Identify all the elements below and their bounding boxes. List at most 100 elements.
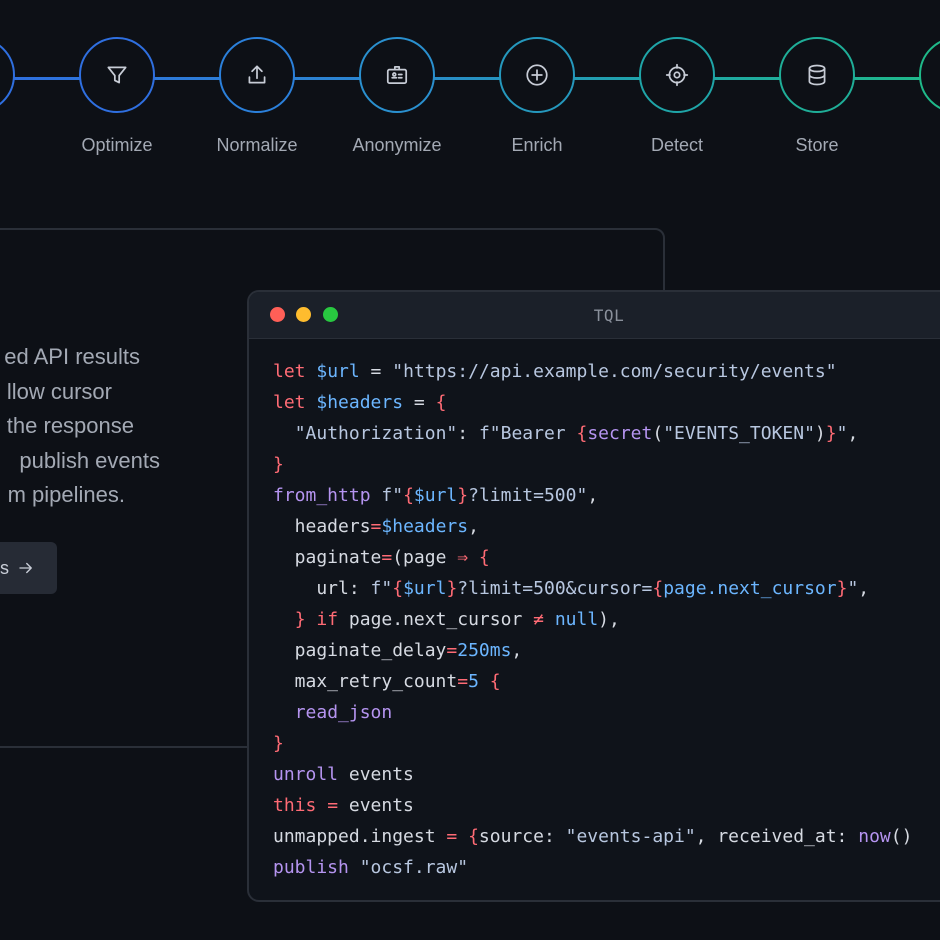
code-line: max_retry_count=5 { xyxy=(273,666,912,697)
code-token: , xyxy=(847,423,859,444)
code-token: (page xyxy=(392,547,458,568)
pipeline-step-circle xyxy=(499,37,575,113)
cta-button[interactable]: s xyxy=(0,542,57,594)
code-token: "https://api.example.com/security/events… xyxy=(392,361,837,382)
code-token: ≠ xyxy=(533,609,555,630)
close-window-button[interactable] xyxy=(270,307,285,322)
code-line: headers=$headers, xyxy=(273,511,912,542)
code-line: let $url = "https://api.example.com/secu… xyxy=(273,356,912,387)
code-token: = xyxy=(327,795,349,816)
code-token: ?limit=500&cursor= xyxy=(457,578,653,599)
code-window: TQL let $url = "https://api.example.com/… xyxy=(247,290,940,902)
code-token: } xyxy=(825,423,837,444)
pipeline-step-circle xyxy=(919,37,940,113)
code-token: } xyxy=(273,454,284,475)
code-line: } if page.next_cursor ≠ null), xyxy=(273,604,912,635)
code-token: publish xyxy=(273,857,360,878)
code-token: $url xyxy=(403,578,447,599)
code-token: $url xyxy=(413,485,458,506)
stage: eOptimizeNormalizeAnonymizeEnrichDetectS… xyxy=(0,0,940,940)
code-block: let $url = "https://api.example.com/secu… xyxy=(273,356,912,883)
code-token: url: xyxy=(273,578,371,599)
code-token: "events-api" xyxy=(565,826,696,847)
target-icon xyxy=(665,63,689,87)
code-line: } xyxy=(273,449,912,480)
code-token: let xyxy=(273,392,317,413)
code-token: page.next_cursor xyxy=(663,578,837,599)
code-line: this = events xyxy=(273,790,912,821)
code-token: headers xyxy=(273,516,371,537)
code-token: paginate xyxy=(273,547,382,568)
pipeline-step-circle xyxy=(639,37,715,113)
pipeline-step-circle xyxy=(0,37,15,113)
code-token: { xyxy=(576,423,588,444)
code-token: , received_at: xyxy=(695,826,859,847)
arrow-right-icon xyxy=(19,562,32,574)
code-token: f" xyxy=(370,578,393,599)
code-token: { xyxy=(652,578,664,599)
code-token: unroll xyxy=(273,764,349,785)
code-token: read_json xyxy=(294,702,393,723)
code-token: " xyxy=(836,423,848,444)
description-line: ed API results xyxy=(4,344,140,369)
code-token: ), xyxy=(598,609,620,630)
code-token: () xyxy=(890,826,913,847)
code-token: max_retry_count xyxy=(273,671,458,692)
code-token: { xyxy=(468,826,479,847)
code-token: events xyxy=(348,764,414,785)
description-line: the response xyxy=(6,413,134,439)
cta-label: s xyxy=(0,557,9,578)
code-token: { xyxy=(435,392,447,413)
code-line: "Authorization": f"Bearer {secret("EVENT… xyxy=(273,418,912,449)
pipeline-step-circle xyxy=(79,37,155,113)
code-token: = xyxy=(359,361,393,382)
window-titlebar: TQL xyxy=(249,292,940,339)
filter-icon xyxy=(107,66,127,84)
description-line: publish events xyxy=(19,447,160,473)
code-token: = xyxy=(381,547,393,568)
code-line: read_json xyxy=(273,697,912,728)
pipeline-step-circle xyxy=(219,37,295,113)
code-line: url: f"{$url}?limit=500&cursor={page.nex… xyxy=(273,573,912,604)
code-token: , xyxy=(511,640,523,661)
code-token: { xyxy=(403,485,414,506)
code-token: "ocsf.raw" xyxy=(359,857,469,878)
pipeline-step-circle xyxy=(359,37,435,113)
code-line: from_http f"{$url}?limit=500", xyxy=(273,480,912,511)
code-token: = xyxy=(446,826,469,847)
code-line: unmapped.ingest = {source: "events-api",… xyxy=(273,821,912,852)
code-token: now xyxy=(858,826,891,847)
code-token: , xyxy=(587,485,599,506)
window-title: TQL xyxy=(593,306,625,325)
code-token: = xyxy=(457,671,469,692)
code-line: paginate=(page ⇒ { xyxy=(273,542,912,573)
code-token: = xyxy=(446,640,458,661)
code-token: 250ms xyxy=(457,640,512,661)
code-token: } xyxy=(273,733,284,754)
minimize-window-button[interactable] xyxy=(296,307,311,322)
code-token: , xyxy=(468,516,479,537)
code-token: } xyxy=(294,609,317,630)
pipeline-step-label: Se xyxy=(867,135,940,156)
code-token: : xyxy=(457,423,479,444)
code-line: unroll events xyxy=(273,759,912,790)
maximize-window-button[interactable] xyxy=(323,307,338,322)
code-token: if xyxy=(316,609,349,630)
code-token: null xyxy=(554,609,599,630)
pipeline-step-circle xyxy=(779,37,855,113)
pipeline-step[interactable]: Se xyxy=(867,37,940,156)
code-token: this xyxy=(273,795,328,816)
plus-circle-icon xyxy=(526,64,548,86)
code-token: events xyxy=(348,795,414,816)
code-token: paginate_delay xyxy=(273,640,447,661)
code-token: } xyxy=(457,485,469,506)
code-token: f" xyxy=(381,485,404,506)
code-token: , xyxy=(858,578,870,599)
upload-icon xyxy=(248,65,266,84)
code-line: let $headers = { xyxy=(273,387,912,418)
code-token: $headers xyxy=(316,392,404,413)
code-token: $headers xyxy=(381,516,469,537)
description-line: llow cursor xyxy=(6,378,112,404)
